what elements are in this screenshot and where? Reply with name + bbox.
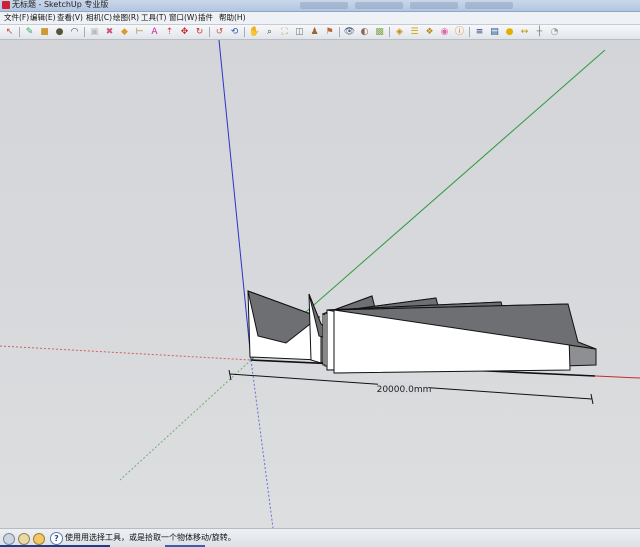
- orbit-icon[interactable]: ⟲: [229, 27, 240, 37]
- shadows-icon[interactable]: ◐: [359, 27, 370, 37]
- drawing-viewport[interactable]: 20000.0mm: [0, 40, 640, 528]
- taskbar-ghost-3: [410, 2, 458, 9]
- entity-info-icon[interactable]: ⓘ: [454, 27, 465, 37]
- red-axis-negative: [0, 345, 252, 361]
- toolbar-separator: [84, 27, 85, 37]
- menu-edit[interactable]: 编辑(E): [30, 12, 56, 24]
- components-icon[interactable]: ❖: [424, 27, 435, 37]
- follow-me-icon[interactable]: ↺: [214, 27, 225, 37]
- push-pull-icon[interactable]: ⇡: [164, 27, 175, 37]
- select-icon[interactable]: ↖: [4, 27, 15, 37]
- move-icon[interactable]: ✥: [179, 27, 190, 37]
- blue-axis-negative: [250, 359, 274, 528]
- position-camera-icon[interactable]: ⚑: [324, 27, 335, 37]
- styles-icon[interactable]: ◈: [394, 27, 405, 37]
- pillar[interactable]: [333, 303, 597, 374]
- menu-help[interactable]: 帮助(H): [219, 12, 246, 24]
- toolbar-separator: [389, 27, 390, 37]
- green-axis-negative: [119, 359, 252, 481]
- geo-location-icon[interactable]: [3, 533, 15, 545]
- toolbar-separator: [244, 27, 245, 37]
- taskbar-ghost-4: [465, 2, 513, 9]
- menu-plugins[interactable]: 插件: [198, 12, 213, 24]
- window-title: 无标题 - SketchUp 专业版: [12, 0, 109, 9]
- user-icon[interactable]: [33, 533, 45, 545]
- sketchup-app-icon: [2, 1, 10, 9]
- toolbar-separator: [209, 27, 210, 37]
- materials-icon[interactable]: ◉: [439, 27, 450, 37]
- walk-icon[interactable]: ♟: [309, 27, 320, 37]
- zoom-icon[interactable]: ⌕: [264, 27, 275, 37]
- credits-icon[interactable]: [18, 533, 30, 545]
- toolbar-separator: [339, 27, 340, 37]
- paint-bucket-icon[interactable]: ◆: [119, 27, 130, 37]
- arc-icon[interactable]: ◠: [69, 27, 80, 37]
- help-icon[interactable]: ?: [50, 532, 63, 545]
- pillar[interactable]: [247, 290, 321, 361]
- dimension-icon[interactable]: ↔: [519, 27, 530, 37]
- pillars-group: [247, 290, 597, 374]
- menu-camera[interactable]: 相机(C): [86, 12, 112, 24]
- blue-axis-positive: [218, 40, 252, 361]
- tape-measure-icon[interactable]: ⊢: [134, 27, 145, 37]
- status-message: 使用用选择工具，或是拾取一个物体移动/旋转。: [65, 533, 236, 542]
- main-toolbar: ↖ ✎ ■ ● ◠ ▣ ✖ ◆ ⊢ A ⇡ ✥ ↻ ↺ ⟲ ✋ ⌕ ⛶ ◫ ♟ ⚑ 👁 ◐ ▩ ◈ ☰ ❖ ◉ ⓘ ≡ ▤ ● ↔ ┼ ◔: [0, 25, 640, 40]
- outliner-icon[interactable]: ≡: [474, 27, 485, 37]
- scene-svg[interactable]: 20000.0mm: [0, 40, 640, 528]
- zoom-extents-icon[interactable]: ⛶: [279, 27, 290, 37]
- circle-icon[interactable]: ●: [54, 27, 65, 37]
- menu-draw[interactable]: 绘图(R): [113, 12, 139, 24]
- rotate-icon[interactable]: ↻: [194, 27, 205, 37]
- protractor-icon[interactable]: ◔: [549, 27, 560, 37]
- menu-bar: 文件(F) 编辑(E) 查看(V) 相机(C) 绘图(R) 工具(T) 窗口(W…: [0, 12, 640, 25]
- menu-tools[interactable]: 工具(T): [141, 12, 166, 24]
- status-bar: ? 使用用选择工具，或是拾取一个物体移动/旋转。: [0, 528, 640, 547]
- make-component-icon[interactable]: ▣: [89, 27, 100, 37]
- dimension[interactable]: 20000.0mm: [228, 369, 594, 405]
- axes-icon[interactable]: ┼: [534, 27, 545, 37]
- section-icon[interactable]: ◫: [294, 27, 305, 37]
- text-icon[interactable]: A: [149, 27, 160, 37]
- toolbar-separator: [469, 27, 470, 37]
- taskbar-ghost-1: [300, 2, 348, 9]
- rectangle-icon[interactable]: ■: [39, 27, 50, 37]
- taskbar-ghost-2: [355, 2, 403, 9]
- look-around-icon[interactable]: 👁: [344, 27, 355, 37]
- layers-icon[interactable]: ☰: [409, 27, 420, 37]
- title-bar: 无标题 - SketchUp 专业版: [0, 0, 640, 12]
- menu-window[interactable]: 窗口(W): [169, 12, 197, 24]
- sun-icon[interactable]: ●: [504, 27, 515, 37]
- toolbar-separator: [19, 27, 20, 37]
- menu-file[interactable]: 文件(F): [4, 12, 29, 24]
- dimension-tick-left: [228, 369, 232, 381]
- fog-icon[interactable]: ▩: [374, 27, 385, 37]
- pencil-icon[interactable]: ✎: [24, 27, 35, 37]
- menu-view[interactable]: 查看(V): [57, 12, 83, 24]
- eraser-icon[interactable]: ✖: [104, 27, 115, 37]
- pan-icon[interactable]: ✋: [249, 27, 260, 37]
- dimension-label: 20000.0mm: [377, 385, 432, 395]
- scenes-icon[interactable]: ▤: [489, 27, 500, 37]
